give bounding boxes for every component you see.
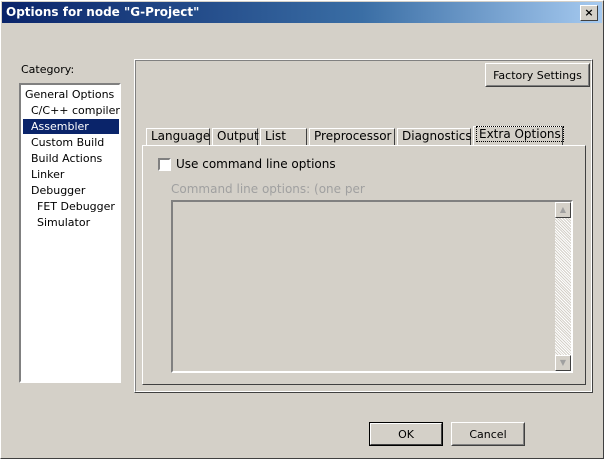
tab-output-label: Output <box>217 129 259 143</box>
factory-settings-label: Factory Settings <box>493 68 582 82</box>
tab-diagnostics[interactable]: Diagnostics <box>397 128 472 145</box>
tab-language[interactable]: Language <box>146 128 210 145</box>
category-item-assembler[interactable]: Assembler <box>23 119 119 134</box>
category-item-simulator[interactable]: Simulator <box>35 215 90 230</box>
close-button[interactable]: × <box>580 5 598 21</box>
tab-preprocessor-label: Preprocessor <box>314 129 392 143</box>
tab-list[interactable]: List <box>260 128 307 145</box>
scroll-down-button[interactable]: ▼ <box>555 355 571 371</box>
tab-output[interactable]: Output <box>212 128 259 145</box>
category-list[interactable]: General Options C/C++ compiler Assembler… <box>19 83 121 383</box>
scroll-up-icon: ▲ <box>559 205 567 214</box>
ok-button[interactable]: OK <box>369 422 443 446</box>
scroll-down-icon: ▼ <box>559 358 567 367</box>
use-cmdline-label[interactable]: Use command line options <box>176 157 336 171</box>
use-cmdline-checkbox[interactable] <box>158 158 171 171</box>
factory-settings-button[interactable]: Factory Settings <box>485 63 590 87</box>
tab-list-label: List <box>265 129 286 143</box>
cmdline-scrollbar[interactable]: ▲ ▼ <box>555 202 571 371</box>
cmdline-options-textarea[interactable]: ▲ ▼ <box>171 200 573 373</box>
tab-extra-options[interactable]: Extra Options <box>473 126 564 146</box>
category-item-custom-build[interactable]: Custom Build <box>29 135 104 150</box>
close-icon: × <box>584 6 594 19</box>
scroll-up-button[interactable]: ▲ <box>555 202 571 218</box>
cancel-label: Cancel <box>469 427 507 441</box>
category-item-build-actions[interactable]: Build Actions <box>29 151 102 166</box>
tab-diagnostics-label: Diagnostics <box>402 129 472 143</box>
category-label: Category: <box>21 63 75 76</box>
category-item-linker[interactable]: Linker <box>29 167 64 182</box>
tab-preprocessor[interactable]: Preprocessor <box>309 128 395 145</box>
title-bar[interactable]: Options for node "G-Project" × <box>2 2 602 23</box>
options-dialog: Options for node "G-Project" × Category:… <box>0 0 604 459</box>
category-item-general-options[interactable]: General Options <box>23 87 114 102</box>
category-item-fet-debugger[interactable]: FET Debugger <box>35 199 115 214</box>
dialog-title: Options for node "G-Project" <box>6 5 200 19</box>
tab-extra-options-label: Extra Options <box>476 126 564 142</box>
cancel-button[interactable]: Cancel <box>451 422 525 446</box>
cmdline-options-label: Command line options: (one per <box>171 182 365 196</box>
category-item-c-compiler[interactable]: C/C++ compiler <box>29 103 120 118</box>
ok-label: OK <box>398 427 414 441</box>
tab-language-label: Language <box>151 129 211 143</box>
category-item-debugger[interactable]: Debugger <box>29 183 85 198</box>
